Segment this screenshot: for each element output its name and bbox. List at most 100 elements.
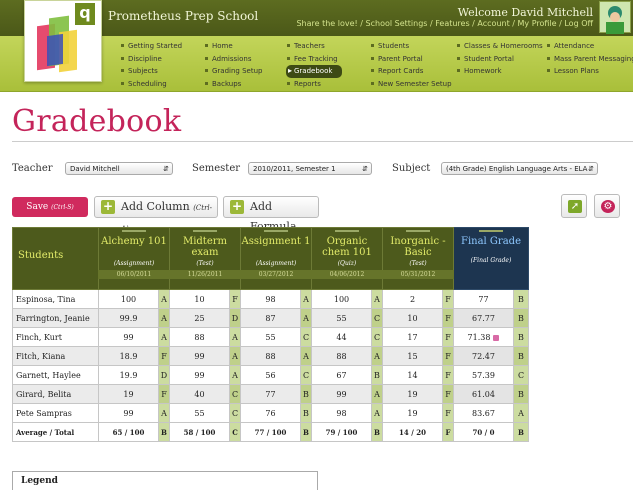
score-cell[interactable]: 77	[240, 384, 301, 404]
nav-item-subjects[interactable]: Subjects	[120, 65, 182, 78]
score-cell[interactable]: 14	[382, 365, 443, 385]
score-cell[interactable]: 98	[240, 289, 301, 309]
nav-item-parent-portal[interactable]: Parent Portal	[370, 53, 452, 66]
score-cell[interactable]: 55	[169, 403, 230, 423]
final-grade-header[interactable]: Final Grade (Final Grade)	[453, 227, 529, 290]
add-column-button[interactable]: +Add Column (Ctrl-A)	[94, 196, 218, 233]
semester-label: Semester	[192, 163, 241, 174]
score-cell[interactable]: 55	[311, 308, 372, 328]
students-header: Students	[12, 227, 99, 290]
column-header[interactable]: Assignment 1 (Assignment) 03/27/2012	[240, 227, 312, 290]
nav-item-classes-homerooms[interactable]: Classes & Homerooms	[456, 40, 543, 53]
semester-select[interactable]: 2010/2011, Semester 1 ⇵	[248, 162, 372, 175]
nav-item-home[interactable]: Home	[204, 40, 262, 53]
nav-item-getting-started[interactable]: Getting Started	[120, 40, 182, 53]
nav-item-student-portal[interactable]: Student Portal	[456, 53, 543, 66]
student-name[interactable]: Finch, Kurt	[12, 327, 99, 347]
score-cell[interactable]: 19	[382, 384, 443, 404]
nav-item-lesson-plans[interactable]: Lesson Plans	[546, 65, 633, 78]
score-cell[interactable]: 98	[311, 403, 372, 423]
comment-icon[interactable]	[493, 334, 500, 341]
column-name: Final Grade	[461, 236, 521, 247]
score-cell[interactable]: 99	[98, 403, 159, 423]
score-cell[interactable]: 44	[311, 327, 372, 347]
nav-item-attendance[interactable]: Attendance	[546, 40, 633, 53]
score-cell[interactable]: 17	[382, 327, 443, 347]
student-name[interactable]: Girard, Belita	[12, 384, 99, 404]
final-score: 71.38	[467, 332, 491, 342]
score-cell[interactable]: 18.9	[98, 346, 159, 366]
grade-cell: C	[371, 308, 383, 328]
score-cell[interactable]: 25	[169, 308, 230, 328]
score-cell[interactable]: 100	[311, 289, 372, 309]
nav-item-fee-tracking[interactable]: Fee Tracking	[286, 53, 342, 66]
nav-item-backups[interactable]: Backups	[204, 78, 262, 91]
student-name[interactable]: Fitch, Kiana	[12, 346, 99, 366]
nav-item-homework[interactable]: Homework	[456, 65, 543, 78]
score-cell[interactable]: 99	[98, 327, 159, 347]
column-header[interactable]: Organic chem 101 (Quiz) 04/06/2012	[311, 227, 383, 290]
score-cell[interactable]: 19.9	[98, 365, 159, 385]
teacher-select[interactable]: David Mitchell ⇵	[65, 162, 173, 175]
score-cell[interactable]: 88	[240, 346, 301, 366]
subject-select[interactable]: (4th Grade) English Language Arts - ELA ⇵	[441, 162, 598, 175]
score-cell[interactable]: 15	[382, 346, 443, 366]
avatar[interactable]	[599, 1, 631, 34]
nav-item-discipline[interactable]: Discipline	[120, 53, 182, 66]
edit-button[interactable]: ➚	[561, 194, 587, 218]
top-link-share[interactable]: Share the love!	[296, 19, 357, 28]
column-header[interactable]: Inorganic - Basic (Test) 05/31/2012	[382, 227, 454, 290]
top-link-features[interactable]: Features	[435, 19, 469, 28]
score-cell[interactable]: 88	[169, 327, 230, 347]
score-cell[interactable]: 67	[311, 365, 372, 385]
add-formula-button[interactable]: + Add Formula	[223, 196, 319, 233]
grade-cell: F	[442, 365, 454, 385]
score-cell[interactable]: 76	[240, 403, 301, 423]
student-name[interactable]: Farrington, Jeanie	[12, 308, 99, 328]
score-cell[interactable]: 55	[240, 327, 301, 347]
grade-cell: B	[300, 403, 312, 423]
top-link-log-off[interactable]: Log Off	[564, 19, 593, 28]
top-link-my-profile[interactable]: My Profile	[518, 19, 557, 28]
nav-item-mass-parent-messaging[interactable]: Mass Parent Messaging	[546, 53, 633, 66]
score-cell[interactable]: 87	[240, 308, 301, 328]
student-name[interactable]: Pete Sampras	[12, 403, 99, 423]
nav-item-grading-setup[interactable]: Grading Setup	[204, 65, 262, 78]
nav-item-reports[interactable]: Reports	[286, 78, 342, 91]
nav-item-students[interactable]: Students	[370, 40, 452, 53]
score-cell[interactable]: 99	[169, 346, 230, 366]
column-header[interactable]: Midterm exam (Test) 11/26/2011	[169, 227, 241, 290]
score-cell[interactable]: 19	[98, 384, 159, 404]
table-row: Fitch, Kiana 18.9 F 99 A 88 A 88 A 15 F 72.47 B	[12, 346, 529, 366]
score-cell[interactable]: 19	[382, 403, 443, 423]
nav-item-new-semester-setup[interactable]: New Semester Setup	[370, 78, 452, 91]
column-type: (Quiz)	[337, 260, 357, 267]
score-cell[interactable]: 40	[169, 384, 230, 404]
score-cell[interactable]: 100	[98, 289, 159, 309]
school-name[interactable]: Prometheus Prep School	[108, 9, 258, 23]
score-cell[interactable]: 10	[169, 289, 230, 309]
grade-cell: B	[371, 365, 383, 385]
score-cell[interactable]: 56	[240, 365, 301, 385]
nav-item-teachers[interactable]: Teachers	[286, 40, 342, 53]
score-cell[interactable]: 99	[169, 365, 230, 385]
student-name[interactable]: Garnett, Haylee	[12, 365, 99, 385]
column-header[interactable]: Alchemy 101 (Assignment) 06/10/2011	[98, 227, 170, 290]
save-button[interactable]: Save (Ctrl-S)	[12, 197, 88, 217]
top-link-account[interactable]: Account	[477, 19, 509, 28]
nav-item-gradebook[interactable]: Gradebook	[286, 65, 343, 78]
score-cell[interactable]: 99	[311, 384, 372, 404]
score-cell[interactable]: 2	[382, 289, 443, 309]
score-cell[interactable]: 88	[311, 346, 372, 366]
settings-button[interactable]: ⚙	[594, 194, 620, 218]
student-name[interactable]: Espinosa, Tina	[12, 289, 99, 309]
column-name: Alchemy 101	[101, 236, 167, 247]
nav-item-report-cards[interactable]: Report Cards	[370, 65, 452, 78]
nav-item-scheduling[interactable]: Scheduling	[120, 78, 182, 91]
average-grade-cell: C	[229, 422, 241, 442]
top-link-school-settings[interactable]: School Settings	[366, 19, 428, 28]
score-cell[interactable]: 10	[382, 308, 443, 328]
score-cell[interactable]: 99.9	[98, 308, 159, 328]
nav-item-admissions[interactable]: Admissions	[204, 53, 262, 66]
school-logo[interactable]: q	[24, 0, 102, 82]
